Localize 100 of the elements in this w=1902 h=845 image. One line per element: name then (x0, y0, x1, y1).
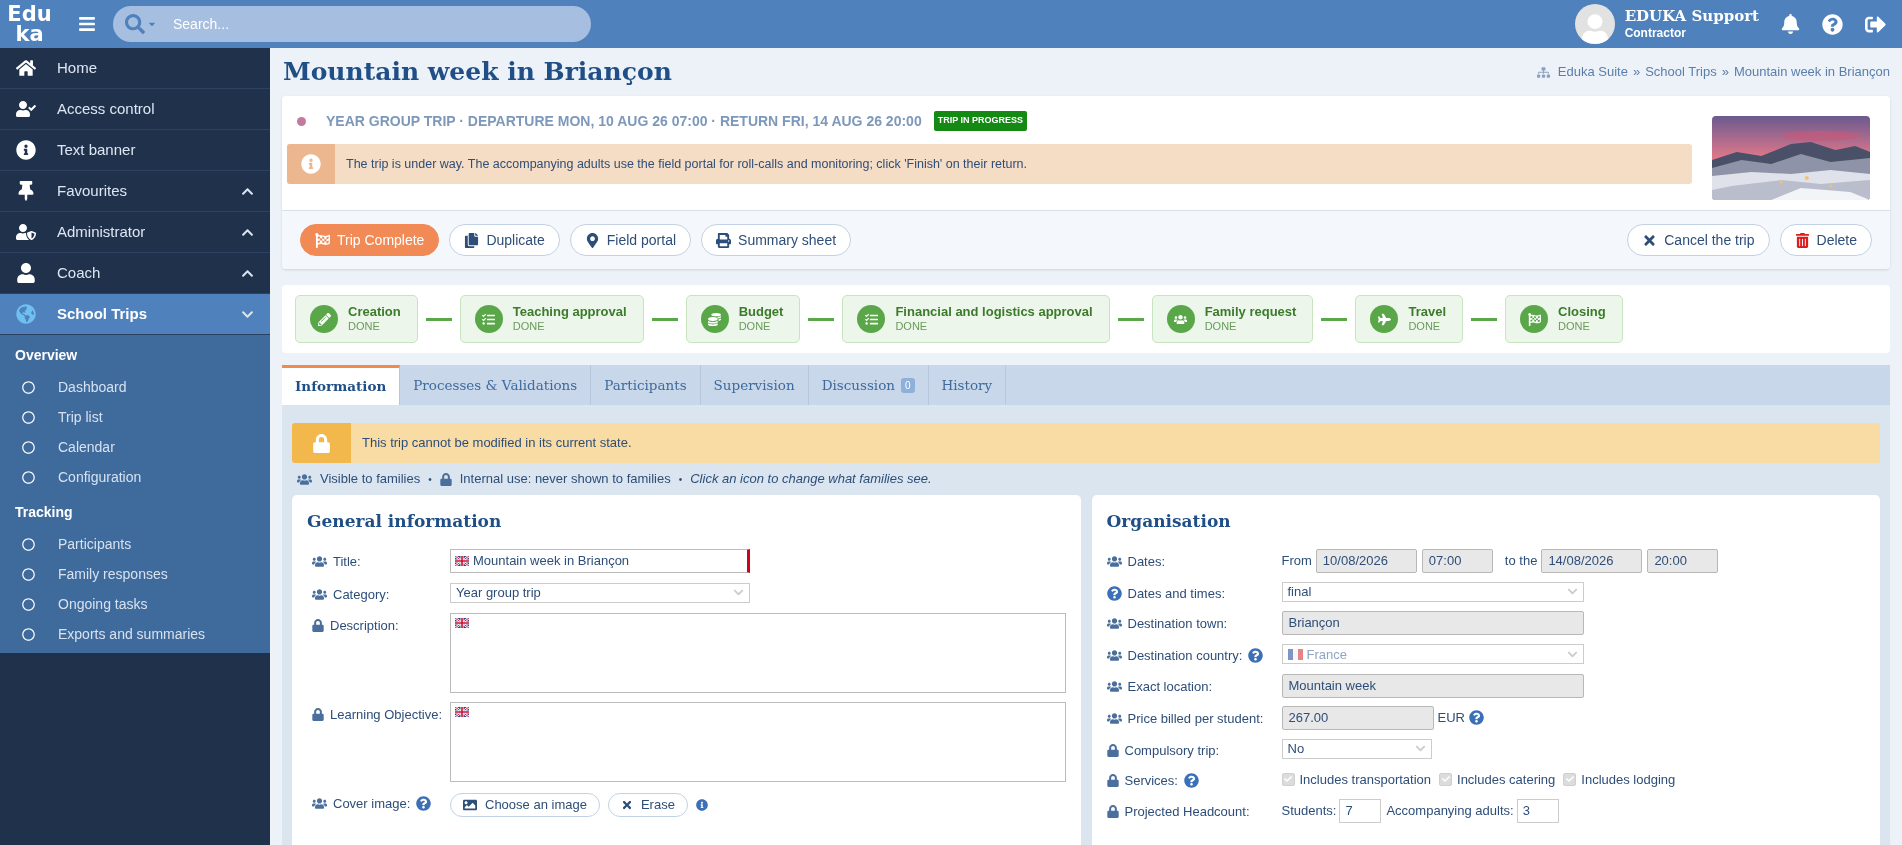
globe-icon (16, 304, 36, 324)
people-icon[interactable] (1106, 678, 1122, 694)
people-icon[interactable] (1106, 616, 1122, 632)
info-icon[interactable] (695, 799, 708, 811)
read-only-field[interactable]: Mountain week (1281, 673, 1584, 698)
bell-icon[interactable] (1781, 14, 1800, 34)
people-icon[interactable] (297, 471, 312, 487)
breadcrumb-link[interactable]: School Trips (1645, 62, 1717, 82)
uk-flag-icon (455, 707, 469, 717)
tab[interactable]: Participants (591, 365, 701, 405)
step-card[interactable]: Family request DONE (1151, 295, 1314, 343)
lock-icon[interactable] (312, 619, 324, 633)
submenu-item[interactable]: Calendar (0, 432, 270, 462)
date-field[interactable]: 10/08/2026 (1315, 548, 1417, 573)
uk-flag-icon (455, 555, 469, 566)
people-icon[interactable] (312, 796, 327, 812)
lock-icon[interactable] (1106, 804, 1119, 818)
date-field[interactable]: 14/08/2026 (1541, 548, 1643, 573)
tab[interactable]: Information (282, 365, 401, 405)
check-icon (1441, 775, 1450, 784)
checkbox-label: Includes catering (1457, 770, 1556, 789)
action-button[interactable]: Duplicate (449, 224, 560, 256)
choose-image-button[interactable]: Choose an image (450, 793, 600, 817)
action-button[interactable]: Field portal (569, 224, 692, 256)
legend-text: Visible to families (320, 470, 421, 489)
read-only-field[interactable]: Briançon (1281, 611, 1584, 635)
field-label: Dates and times: (1127, 584, 1226, 603)
step-card[interactable]: Financial and logistics approval DONE (842, 295, 1110, 343)
select-field[interactable]: Year group trip (450, 582, 750, 603)
menu-icon[interactable] (77, 15, 97, 33)
checkered-flag-icon (315, 232, 330, 248)
tab[interactable]: Processes & Validations (400, 365, 592, 405)
price-field[interactable]: 267.00 (1281, 705, 1434, 730)
plane-icon (1377, 312, 1391, 326)
help-icon[interactable] (1822, 13, 1843, 35)
lock-icon (313, 433, 330, 453)
submenu-item[interactable]: Family responses (0, 559, 270, 589)
logo[interactable]: Edu ka (2, 4, 57, 44)
checkbox[interactable] (1281, 772, 1295, 786)
trip-summary: YEAR GROUP TRIP · DEPARTURE MON, 10 AUG 26 07:00 · RETURN FRI, 14 AUG 26 20:00 (326, 111, 922, 131)
sidebar-item[interactable]: Favourites (0, 171, 270, 212)
lock-icon[interactable] (439, 472, 452, 486)
action-button[interactable]: Delete (1779, 224, 1872, 256)
sidebar-item[interactable]: School Trips (0, 294, 270, 335)
time-field[interactable]: 20:00 (1647, 548, 1719, 573)
sidebar-item[interactable]: Home (0, 48, 270, 89)
help-icon[interactable] (1183, 773, 1199, 789)
people-icon[interactable] (1106, 710, 1122, 726)
lock-icon[interactable] (1106, 774, 1119, 788)
help-icon[interactable] (416, 796, 432, 812)
status-badge: TRIP IN PROGRESS (933, 111, 1028, 131)
step-card[interactable]: Creation DONE (295, 295, 418, 343)
action-button[interactable]: Cancel the trip (1627, 224, 1770, 256)
erase-button[interactable]: Erase (607, 793, 688, 817)
count-field[interactable]: 7 (1339, 798, 1382, 823)
people-icon[interactable] (1106, 553, 1122, 569)
select-field[interactable]: No (1281, 738, 1432, 759)
tab[interactable]: History (928, 365, 1007, 405)
submenu-item[interactable]: Trip list (0, 402, 270, 432)
lock-icon[interactable] (312, 708, 324, 722)
step-title: Budget (738, 305, 784, 319)
submenu-item[interactable]: Participants (0, 529, 270, 559)
page-title: Mountain week in Briançon (283, 56, 672, 89)
people-icon[interactable] (312, 586, 327, 602)
time-field[interactable]: 07:00 (1421, 548, 1493, 573)
count-label: Students: (1281, 801, 1337, 820)
step-status: DONE (738, 319, 772, 333)
user-shield-icon (16, 222, 36, 242)
count-field[interactable]: 3 (1516, 798, 1559, 823)
search-field[interactable]: Search... (113, 6, 591, 42)
tab[interactable]: Discussion 0 (808, 365, 929, 405)
field-label: Exact location: (1127, 677, 1213, 696)
submenu-item[interactable]: Exports and summaries (0, 619, 270, 649)
submenu-heading: Overview (14, 346, 79, 365)
step-card[interactable]: Closing DONE (1505, 295, 1623, 343)
help-icon[interactable] (1468, 710, 1484, 725)
tab[interactable]: Supervision (700, 365, 809, 405)
sidebar-item[interactable]: Text banner (0, 130, 270, 171)
lock-icon[interactable] (1106, 743, 1119, 757)
field-label: Description: (330, 617, 399, 635)
sidebar-item[interactable]: Administrator (0, 212, 270, 253)
help-icon[interactable] (1106, 585, 1122, 601)
checkbox[interactable] (1563, 772, 1577, 786)
sidebar-item[interactable]: Access control (0, 89, 270, 130)
avatar[interactable] (1574, 4, 1615, 44)
user-name: EDUKA Support (1624, 7, 1759, 25)
submenu-item[interactable]: Dashboard (0, 372, 270, 402)
step-card[interactable]: Teaching approval DONE (459, 295, 644, 343)
checkbox[interactable] (1439, 772, 1453, 786)
text-field[interactable]: Mountain week in Briançon (450, 548, 750, 573)
submenu-item[interactable]: Ongoing tasks (0, 589, 270, 619)
submenu-item[interactable]: Configuration (0, 462, 270, 492)
action-button[interactable]: Summary sheet (701, 224, 852, 256)
select-field[interactable]: final (1281, 581, 1584, 602)
breadcrumb-link[interactable]: Eduka Suite (1557, 62, 1628, 82)
checkered-flag-icon (1527, 312, 1541, 326)
step-card[interactable]: Travel DONE (1355, 295, 1463, 343)
people-icon[interactable] (312, 553, 327, 569)
field-label: Learning Objective: (330, 706, 442, 724)
step-card[interactable]: Budget DONE (685, 295, 801, 343)
